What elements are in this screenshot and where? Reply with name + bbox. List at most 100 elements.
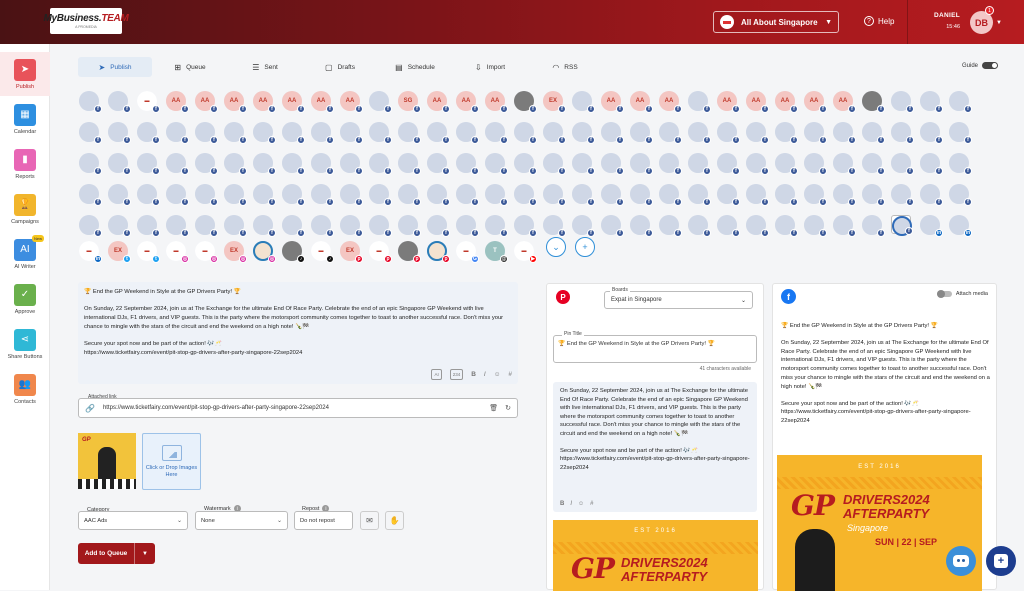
profile-avatar[interactable]: f [369, 184, 392, 206]
profile-avatar[interactable]: f [282, 215, 305, 237]
profile-avatar[interactable]: AA f [253, 91, 276, 113]
profile-avatar[interactable]: f [224, 153, 247, 175]
profile-avatar[interactable]: f [108, 215, 131, 237]
image-thumbnail[interactable]: GP [78, 433, 136, 489]
profile-avatar[interactable]: f [137, 122, 160, 144]
profile-avatar[interactable]: f [79, 153, 102, 175]
profile-avatar[interactable]: f [514, 91, 537, 113]
profile-avatar[interactable]: f [572, 122, 595, 144]
profile-avatar[interactable]: ▬ ♪ [311, 241, 334, 263]
profile-avatar[interactable]: f [688, 122, 711, 144]
profile-avatar[interactable]: f [195, 215, 218, 237]
bold-icon[interactable]: B [471, 370, 476, 379]
profile-avatar[interactable]: f [224, 122, 247, 144]
profile-avatar[interactable]: f [601, 122, 624, 144]
profile-avatar[interactable]: f [543, 153, 566, 175]
profile-avatar[interactable]: f [398, 122, 421, 144]
profile-avatar[interactable]: f [166, 153, 189, 175]
sidebar-item-approve[interactable]: ✓ Approve [0, 277, 50, 321]
profile-avatar[interactable]: f [717, 153, 740, 175]
profile-avatar[interactable]: ▬ p [369, 241, 392, 263]
profile-avatar[interactable]: f [253, 122, 276, 144]
profile-avatar[interactable]: f [862, 122, 885, 144]
profile-avatar[interactable]: f [601, 184, 624, 206]
profile-avatar[interactable]: ♪ [282, 241, 305, 263]
profile-avatar[interactable]: AA f [630, 91, 653, 113]
profile-avatar[interactable]: f [659, 215, 682, 237]
new-post-button[interactable]: + [986, 546, 1016, 576]
hashtag-icon[interactable]: # [590, 500, 593, 509]
profile-avatar[interactable]: f [282, 122, 305, 144]
profile-avatar[interactable]: f [891, 215, 913, 236]
profile-avatar[interactable]: f [514, 153, 537, 175]
sidebar-item-reports[interactable]: ▮ Reports [0, 142, 50, 186]
trash-icon[interactable]: 🗑 [489, 404, 498, 412]
profile-avatar[interactable]: f [253, 153, 276, 175]
profile-avatar[interactable]: f [920, 91, 943, 113]
profile-avatar[interactable]: AA f [311, 91, 334, 113]
profile-avatar[interactable]: f [659, 122, 682, 144]
email-icon[interactable]: ✉ [360, 511, 379, 530]
guide-toggle[interactable]: Guide [962, 62, 999, 69]
profile-avatar[interactable]: f [775, 122, 798, 144]
profile-avatar[interactable]: ▬ G [456, 241, 479, 263]
watermark-select[interactable]: None ⌄ [195, 511, 288, 530]
profile-avatar[interactable]: f [949, 122, 972, 144]
profile-avatar[interactable]: AA f [804, 91, 827, 113]
profile-avatar[interactable]: f [746, 184, 769, 206]
profile-avatar[interactable]: f [949, 184, 972, 206]
tab-queue[interactable]: ⊞ Queue [153, 57, 227, 77]
profile-avatar[interactable]: AA f [427, 91, 450, 113]
italic-icon[interactable]: I [570, 500, 572, 509]
logo[interactable]: MyBusiness.TEAM A PROMEDIA [44, 8, 129, 34]
profile-avatar[interactable]: f [920, 184, 943, 206]
profile-avatar[interactable]: SG f [398, 91, 421, 113]
attached-link-field[interactable]: 🔗 https://www.ticketfairy.com/event/pit-… [78, 398, 518, 418]
bold-icon[interactable]: B [560, 500, 564, 509]
profile-avatar[interactable]: f [804, 215, 827, 237]
pin-title-input[interactable]: 🏆 End the GP Weekend in Style at the GP … [553, 335, 757, 363]
profile-avatar[interactable]: f [688, 184, 711, 206]
profile-avatar[interactable]: ▬ in [79, 241, 102, 263]
tab-schedule[interactable]: ▤ Schedule [378, 57, 452, 77]
profile-avatar[interactable]: f [485, 215, 508, 237]
profile-avatar[interactable]: f [253, 215, 276, 237]
profile-avatar[interactable]: f [833, 122, 856, 144]
profile-avatar[interactable]: EX f [543, 91, 566, 113]
profile-avatar[interactable]: f [369, 153, 392, 175]
profile-avatar[interactable]: f [630, 184, 653, 206]
profile-avatar[interactable]: f [253, 184, 276, 206]
profile-avatar[interactable]: f [79, 122, 102, 144]
repost-select[interactable]: Do not repost [294, 511, 353, 530]
pin-description-input[interactable]: On Sunday, 22 September 2024, join us at… [553, 382, 757, 512]
profile-avatar[interactable]: f [79, 184, 102, 206]
profile-avatar[interactable]: f [920, 122, 943, 144]
profile-avatar[interactable]: f [166, 122, 189, 144]
profile-avatar[interactable]: f [891, 122, 914, 144]
profile-avatar[interactable]: f [137, 184, 160, 206]
profile-avatar[interactable]: AA f [224, 91, 247, 113]
profile-avatar[interactable]: f [369, 91, 392, 113]
profile-avatar[interactable]: AA f [340, 91, 363, 113]
profile-avatar[interactable]: T @ [485, 241, 508, 263]
profile-avatar[interactable]: f [543, 215, 566, 237]
profile-avatar[interactable]: ▬ t [137, 241, 160, 263]
profile-avatar[interactable]: f [108, 184, 131, 206]
profile-avatar[interactable]: f [630, 215, 653, 237]
profile-avatar[interactable]: f [398, 153, 421, 175]
profile-avatar[interactable]: f [862, 153, 885, 175]
tab-rss[interactable]: ◠ RSS [528, 57, 602, 77]
profile-avatar[interactable]: f [456, 153, 479, 175]
tab-publish[interactable]: ➤ Publish [78, 57, 152, 77]
italic-icon[interactable]: I [484, 370, 486, 379]
profile-avatar[interactable]: p [427, 241, 450, 263]
profile-avatar[interactable]: f [659, 184, 682, 206]
boards-select[interactable]: Expat in Singapore ⌄ [604, 291, 753, 309]
profile-avatar[interactable]: f [775, 153, 798, 175]
profile-avatar[interactable]: AA f [833, 91, 856, 113]
profile-avatar[interactable]: f [456, 215, 479, 237]
profile-avatar[interactable]: f [514, 184, 537, 206]
profile-avatar[interactable]: f [688, 153, 711, 175]
profile-avatar[interactable]: f [746, 215, 769, 237]
profile-avatar[interactable]: f [282, 184, 305, 206]
